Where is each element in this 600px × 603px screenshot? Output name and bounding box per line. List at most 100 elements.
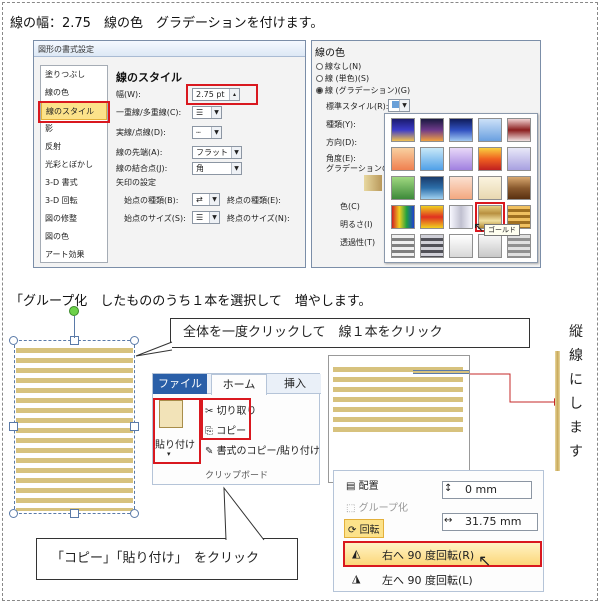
join-select[interactable]: 角 ▼ — [192, 162, 242, 175]
transparency-label: 透過性(T) — [340, 238, 376, 247]
swatch-r3c1[interactable] — [420, 205, 444, 229]
swatch-r2c2[interactable] — [449, 176, 473, 200]
format-painter-button[interactable]: ✎ 書式のコピー/貼り付け — [205, 442, 320, 457]
category-reflection[interactable]: 反射 — [41, 138, 107, 156]
swatch-r3c2[interactable] — [449, 205, 473, 229]
vertical-line — [555, 351, 560, 471]
brightness-label: 明るさ(I) — [340, 220, 373, 229]
width-field[interactable]: 31.75 mm — [442, 513, 538, 531]
rotate-handle[interactable] — [69, 306, 79, 316]
opt-gradient-label: 線 (グラデーション)(G) — [325, 86, 411, 95]
handle-left[interactable] — [9, 422, 18, 431]
chevron-down-icon: ▼ — [399, 100, 409, 111]
stops-bar[interactable] — [364, 175, 382, 191]
compound-label: 一重線/多重線(C): — [116, 108, 182, 117]
swatch-r1c3[interactable] — [478, 147, 502, 171]
begin-type-select[interactable]: ⇄ ▼ — [192, 193, 220, 206]
swatch-r4c4[interactable] — [507, 234, 531, 258]
category-3d-rotation[interactable]: 3-D 回転 — [41, 192, 107, 210]
category-picture-color[interactable]: 図の色 — [41, 228, 107, 246]
radio-icon — [316, 63, 323, 70]
cut-label: 切り取り — [216, 406, 257, 417]
category-picture-corrections[interactable]: 図の修整 — [41, 210, 107, 228]
selected-line[interactable] — [413, 370, 469, 374]
dash-select[interactable]: ┄ ▼ — [192, 126, 222, 139]
brush-icon: ✎ — [205, 446, 217, 457]
category-line-style[interactable]: 線のスタイル — [41, 102, 107, 120]
arrow-title: 矢印の設定 — [116, 178, 156, 187]
stripes-group[interactable] — [16, 343, 133, 511]
swatch-r1c4[interactable] — [507, 147, 531, 171]
width-stepper[interactable]: 2.75 pt ▴ — [192, 88, 240, 101]
swatch-r0c2[interactable] — [449, 118, 473, 142]
swatch-r2c3[interactable] — [478, 176, 502, 200]
menu-rotate-left[interactable]: ◮ 左へ 90 度回転(L) — [344, 569, 540, 589]
rotate-button[interactable]: ⟳ 回転 — [344, 519, 384, 538]
swatch-r1c0[interactable] — [391, 147, 415, 171]
category-glow[interactable]: 光彩とぼかし — [41, 156, 107, 174]
begin-size-label: 始点のサイズ(S): — [124, 214, 186, 223]
swatch-r4c2[interactable] — [449, 234, 473, 258]
handle-bottom-right[interactable] — [130, 509, 139, 518]
category-fill[interactable]: 塗りつぶし — [41, 66, 107, 84]
cut-button[interactable]: ✂ 切り取り — [205, 402, 257, 417]
stepper-arrows-icon[interactable]: ▴ — [229, 89, 239, 100]
line-lines-icon: ☰ — [196, 108, 204, 117]
cap-select[interactable]: フラット ▼ — [192, 146, 242, 159]
copy-button[interactable]: ⎘ コピー — [205, 422, 246, 437]
swatch-r4c0[interactable] — [391, 234, 415, 258]
menu-rotate-right[interactable]: ◭ 右へ 90 度回転(R) — [344, 543, 540, 565]
dash-lines-icon: ┄ — [196, 128, 201, 137]
category-3d-format[interactable]: 3-D 書式 — [41, 174, 107, 192]
handle-bottom-left[interactable] — [9, 509, 18, 518]
arrange-button[interactable]: ▤ 配置 — [346, 477, 379, 492]
swatch-r2c1[interactable] — [420, 176, 444, 200]
category-line-color[interactable]: 線の色 — [41, 84, 107, 102]
preset-select[interactable]: ▼ — [388, 99, 410, 112]
clipboard-icon[interactable] — [159, 400, 183, 428]
swatch-r2c4[interactable] — [507, 176, 531, 200]
option-gradient-line[interactable]: 線 (グラデーション)(G) — [316, 85, 410, 96]
swatch-r0c1[interactable] — [420, 118, 444, 142]
group-label: グループ化 — [358, 503, 409, 514]
height-field[interactable]: 0 mm — [442, 481, 532, 499]
copy-label: コピー — [216, 426, 247, 437]
chevron-down-icon: ▼ — [209, 212, 219, 223]
swatch-r4c1[interactable] — [420, 234, 444, 258]
swatch-r0c4[interactable] — [507, 118, 531, 142]
width-value: 31.75 mm — [465, 515, 522, 528]
format-painter-label: 書式のコピー/貼り付け — [216, 446, 320, 457]
radio-icon — [316, 75, 323, 82]
handle-right[interactable] — [130, 422, 139, 431]
paste-button[interactable]: 貼り付け — [155, 436, 195, 451]
swatch-r2c0[interactable] — [391, 176, 415, 200]
option-solid-line[interactable]: 線 (単色)(S) — [316, 73, 369, 84]
rotate-right-icon: ◭ — [352, 547, 361, 560]
swatch-r0c0[interactable] — [391, 118, 415, 142]
swatch-r1c1[interactable] — [420, 147, 444, 171]
compound-select[interactable]: ☰ ▼ — [192, 106, 222, 119]
gradient-gallery: ゴールド ↖ — [384, 113, 538, 263]
tab-file[interactable]: ファイル — [153, 374, 207, 394]
begin-size-select[interactable]: ☰ ▼ — [192, 211, 220, 224]
swatch-r1c2[interactable] — [449, 147, 473, 171]
tab-insert[interactable]: 挿入 — [275, 374, 315, 394]
swatch-r4c3[interactable] — [478, 234, 502, 258]
chevron-down-icon: ▼ — [211, 107, 221, 118]
scissors-icon: ✂ — [205, 406, 217, 417]
rotate-right-label: 右へ 90 度回転(R) — [382, 549, 475, 562]
section-title: 線のスタイル — [116, 71, 182, 84]
swatch-r3c0[interactable] — [391, 205, 415, 229]
line-lines-icon: ☰ — [196, 213, 204, 222]
option-no-line[interactable]: 線なし(N) — [316, 61, 361, 72]
category-shadow[interactable]: 影 — [41, 120, 107, 138]
tab-home[interactable]: ホーム — [211, 374, 267, 395]
chevron-down-icon: ▼ — [209, 194, 219, 205]
handle-bottom[interactable] — [70, 509, 79, 518]
category-artistic-effects[interactable]: アート効果 — [41, 246, 107, 264]
width-value: 2.75 pt — [196, 90, 225, 99]
ribbon-panel: ファイル ホーム 挿入 貼り付け ▾ ✂ 切り取り ⎘ コピー ✎ 書式のコピー… — [152, 373, 321, 485]
paste-chevron-icon[interactable]: ▾ — [167, 450, 171, 458]
swatch-r0c3[interactable] — [478, 118, 502, 142]
handle-top-left[interactable] — [9, 336, 18, 345]
